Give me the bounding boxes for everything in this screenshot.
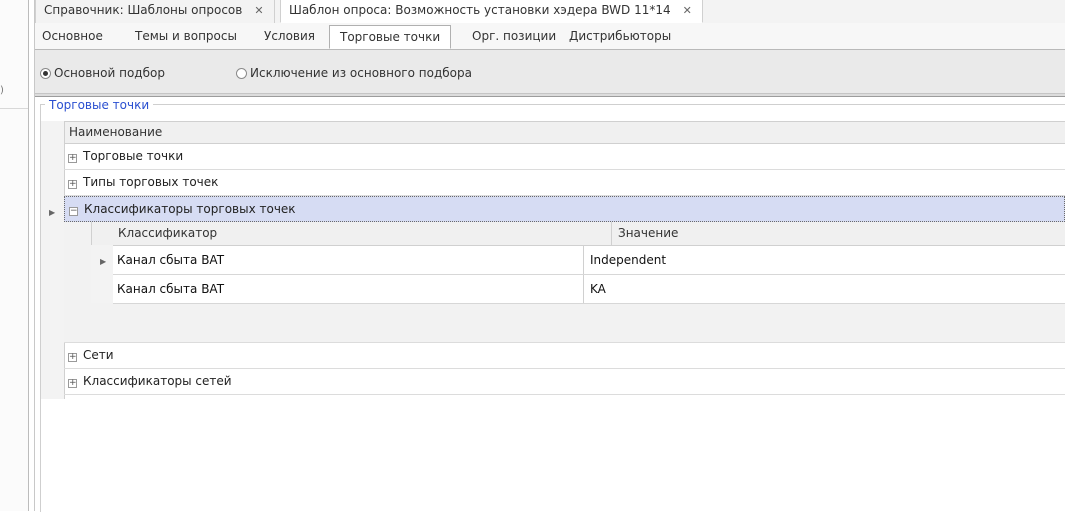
radio-label: Исключение из основного подбора (250, 66, 472, 80)
doc-tab-template[interactable]: Шаблон опроса: Возможность установки хэд… (280, 0, 703, 23)
detail-indicator-column (91, 245, 114, 303)
detail-header: Классификатор Значение (91, 222, 1065, 246)
panel-divider (0, 108, 28, 109)
expand-icon[interactable]: + (68, 180, 77, 189)
classifier-cell[interactable]: Канал сбыта BAT (117, 253, 224, 267)
radio-label: Основной подбор (54, 66, 165, 80)
tab-main[interactable]: Основное (42, 29, 103, 43)
expand-icon[interactable]: + (68, 353, 77, 362)
value-cell[interactable]: Independent (590, 253, 666, 267)
row-indicator-column (41, 121, 65, 399)
tab-org-positions[interactable]: Орг. позиции (472, 29, 556, 43)
radio-unchecked-icon (236, 68, 247, 79)
panel-edge-mark: ) (0, 85, 4, 96)
tab-conditions[interactable]: Условия (264, 29, 315, 43)
expand-icon[interactable]: + (68, 379, 77, 388)
outlets-grid: Наименование + Торговые точки + Типы торго… (41, 121, 1065, 399)
column-header-name[interactable]: Наименование (64, 121, 1065, 144)
radio-main-selection[interactable]: Основной подбор (40, 66, 165, 80)
grid-row-outlet-types[interactable]: + Типы торговых точек (64, 170, 1065, 196)
column-header-classifier[interactable]: Классификатор (118, 226, 217, 240)
row-label: Классификаторы сетей (83, 374, 232, 388)
value-cell[interactable]: KA (590, 282, 606, 296)
row-pointer-icon: ▶ (100, 257, 107, 266)
row-label: Классификаторы торговых точек (84, 202, 296, 216)
document-tabs: Справочник: Шаблоны опросов ✕ Шаблон опро… (35, 0, 1065, 24)
classifier-cell[interactable]: Канал сбыта BAT (117, 282, 224, 296)
doc-tab-directory[interactable]: Справочник: Шаблоны опросов ✕ (35, 0, 275, 23)
grid-row-networks[interactable]: + Сети (64, 343, 1065, 369)
collapse-icon[interactable]: − (69, 207, 78, 216)
tab-topics[interactable]: Темы и вопросы (135, 29, 237, 43)
classifier-detail-grid: Классификатор Значение ▶ Канал сбыта BAT… (64, 222, 1065, 343)
grid-row-network-classifiers[interactable]: + Классификаторы сетей (64, 369, 1065, 395)
column-header-value[interactable]: Значение (618, 226, 678, 240)
section-tabs: Основное Темы и вопросы Условия Торговые… (35, 23, 1065, 50)
grid-row-outlets[interactable]: + Торговые точки (64, 144, 1065, 170)
doc-tab-label: Шаблон опроса: Возможность установки хэд… (289, 3, 671, 17)
detail-row[interactable]: Канал сбыта BAT KA (113, 275, 1065, 304)
radio-exclusion[interactable]: Исключение из основного подбора (236, 66, 472, 80)
main-area: Справочник: Шаблоны опросов ✕ Шаблон опро… (34, 0, 1065, 512)
row-label: Типы торговых точек (83, 175, 219, 189)
tab-distributors[interactable]: Дистрибьюторы (569, 29, 671, 43)
row-label: Торговые точки (83, 149, 184, 163)
row-label: Сети (83, 348, 114, 362)
row-pointer-icon: ▶ (49, 208, 56, 217)
doc-tab-label: Справочник: Шаблоны опросов (44, 3, 243, 17)
detail-row[interactable]: Канал сбыта BAT Independent (113, 246, 1065, 275)
tab-outlets[interactable]: Торговые точки (329, 25, 452, 49)
selection-mode-bar: Основной подбор Исключение из основного … (35, 50, 1065, 97)
close-icon[interactable]: ✕ (254, 4, 263, 17)
radio-checked-icon (40, 68, 51, 79)
expand-icon[interactable]: + (68, 154, 77, 163)
close-icon[interactable]: ✕ (683, 4, 692, 17)
group-title: Торговые точки (45, 98, 154, 112)
left-panel: ) (0, 0, 29, 511)
outlets-group: Торговые точки Наименование + Торговые то… (40, 98, 1065, 512)
grid-row-outlet-classifiers[interactable]: − Классификаторы торговых точек (64, 196, 1065, 222)
